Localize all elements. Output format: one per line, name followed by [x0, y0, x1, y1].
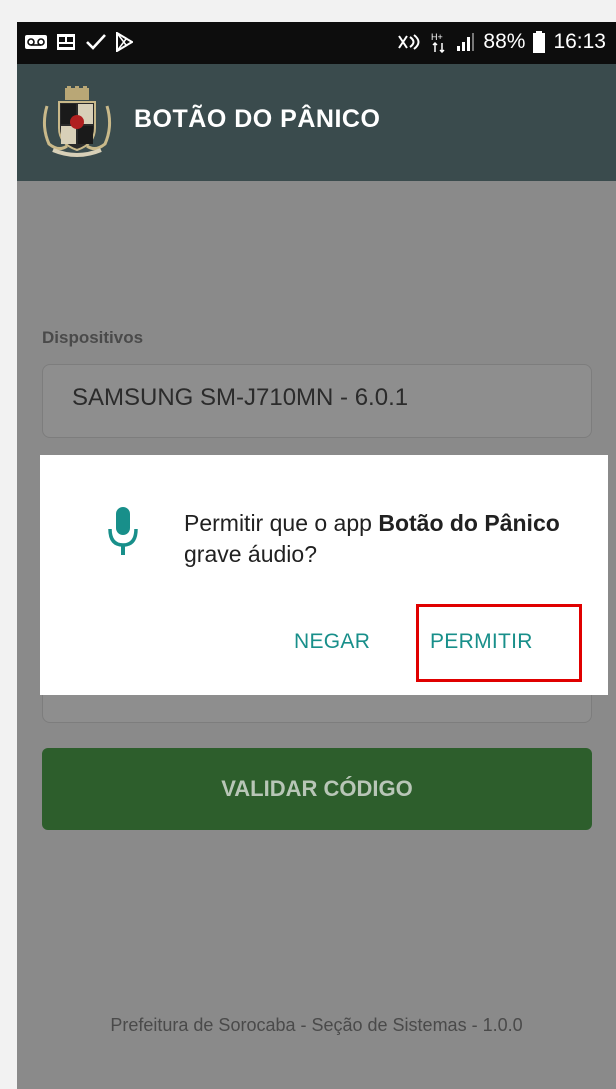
status-bar-notifications: [25, 31, 133, 53]
battery-percent: 88%: [483, 30, 526, 53]
deny-button[interactable]: NEGAR: [294, 630, 370, 654]
status-time: 16:13: [553, 30, 606, 53]
app-title: BOTÃO DO PÂNICO: [134, 105, 381, 133]
status-bar-system: H+ 88% 16:13: [397, 30, 606, 54]
permission-message-prefix: Permitir que o app: [184, 510, 379, 536]
microphone-icon: [108, 507, 138, 555]
check-icon: [86, 34, 106, 50]
validate-code-button[interactable]: VALIDAR CÓDIGO: [42, 748, 592, 830]
permission-message: Permitir que o app Botão do Pânico grave…: [184, 508, 584, 570]
city-crest-logo: [42, 86, 112, 157]
phone-screen: H+ 88% 16:13 BOTÃO DO PÂNICO Dispositivo…: [17, 22, 616, 1089]
data-signal-icon: H+: [431, 32, 445, 53]
permission-app-name: Botão do Pânico: [378, 510, 560, 536]
nfc-icon: [398, 34, 420, 50]
app-bar: BOTÃO DO PÂNICO: [17, 64, 616, 181]
signal-bars-icon: [457, 33, 475, 51]
device-select[interactable]: SAMSUNG SM-J710MN - 6.0.1: [42, 364, 592, 438]
footer-text: Prefeitura de Sorocaba - Seção de Sistem…: [110, 1015, 523, 1035]
app-crest-icon: [57, 34, 75, 50]
permission-dialog: Permitir que o app Botão do Pânico grave…: [40, 455, 608, 695]
voicemail-icon: [25, 35, 47, 49]
devices-label: Dispositivos: [42, 328, 144, 347]
battery-icon: [533, 31, 546, 53]
play-store-icon: [116, 32, 133, 52]
allow-button-highlight-box: [416, 604, 582, 682]
permission-message-suffix: grave áudio?: [184, 541, 317, 567]
svg-text:H+: H+: [431, 32, 443, 42]
device-select-value: SAMSUNG SM-J710MN - 6.0.1: [72, 384, 409, 411]
status-bar: H+ 88% 16:13: [17, 22, 616, 64]
